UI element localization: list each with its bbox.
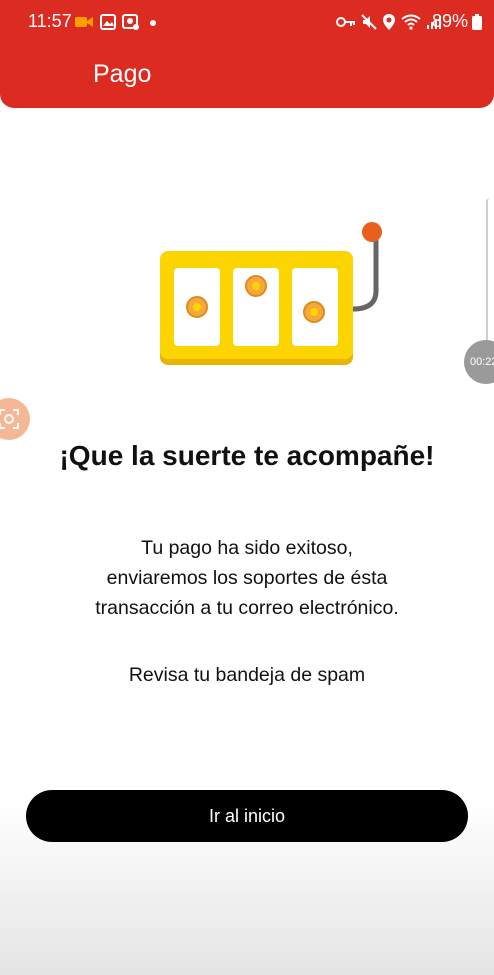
message-line: Tu pago ha sido exitoso, — [141, 537, 353, 559]
slot-machine-icon — [160, 222, 382, 365]
coin-icon-1 — [186, 296, 208, 318]
recording-timer[interactable]: 00:22 — [464, 340, 494, 384]
coin-icon-3 — [303, 301, 325, 323]
page-title: Pago — [93, 60, 152, 88]
location-icon — [383, 14, 395, 30]
home-button[interactable]: Ir al inicio — [26, 790, 468, 842]
battery-percent: 89% — [431, 11, 468, 31]
screen-record-button[interactable] — [0, 398, 30, 440]
status-time: 11:57 — [28, 11, 72, 31]
wifi-icon — [401, 14, 421, 30]
notification-icon — [122, 14, 139, 30]
coin-icon-2 — [245, 275, 267, 297]
gallery-icon — [100, 14, 116, 30]
app-bar: 11:57 89% Pago — [0, 0, 494, 108]
mute-icon — [361, 14, 377, 30]
screen-record-icon — [0, 409, 19, 429]
success-message: Tu pago ha sido exitoso, enviaremos los … — [47, 533, 447, 623]
battery-icon — [472, 14, 482, 30]
key-icon — [336, 17, 355, 27]
spam-note: Revisa tu bandeja de spam — [128, 664, 366, 686]
video-camera-icon — [75, 17, 93, 27]
message-line: enviaremos los soportes de ésta — [106, 567, 388, 589]
message-line: transacción a tu correo electrónico. — [95, 597, 399, 619]
status-bar: 11:57 89% — [0, 8, 494, 36]
dot-icon — [150, 20, 156, 26]
success-headline: ¡Que la suerte te acompañe! — [59, 440, 435, 471]
